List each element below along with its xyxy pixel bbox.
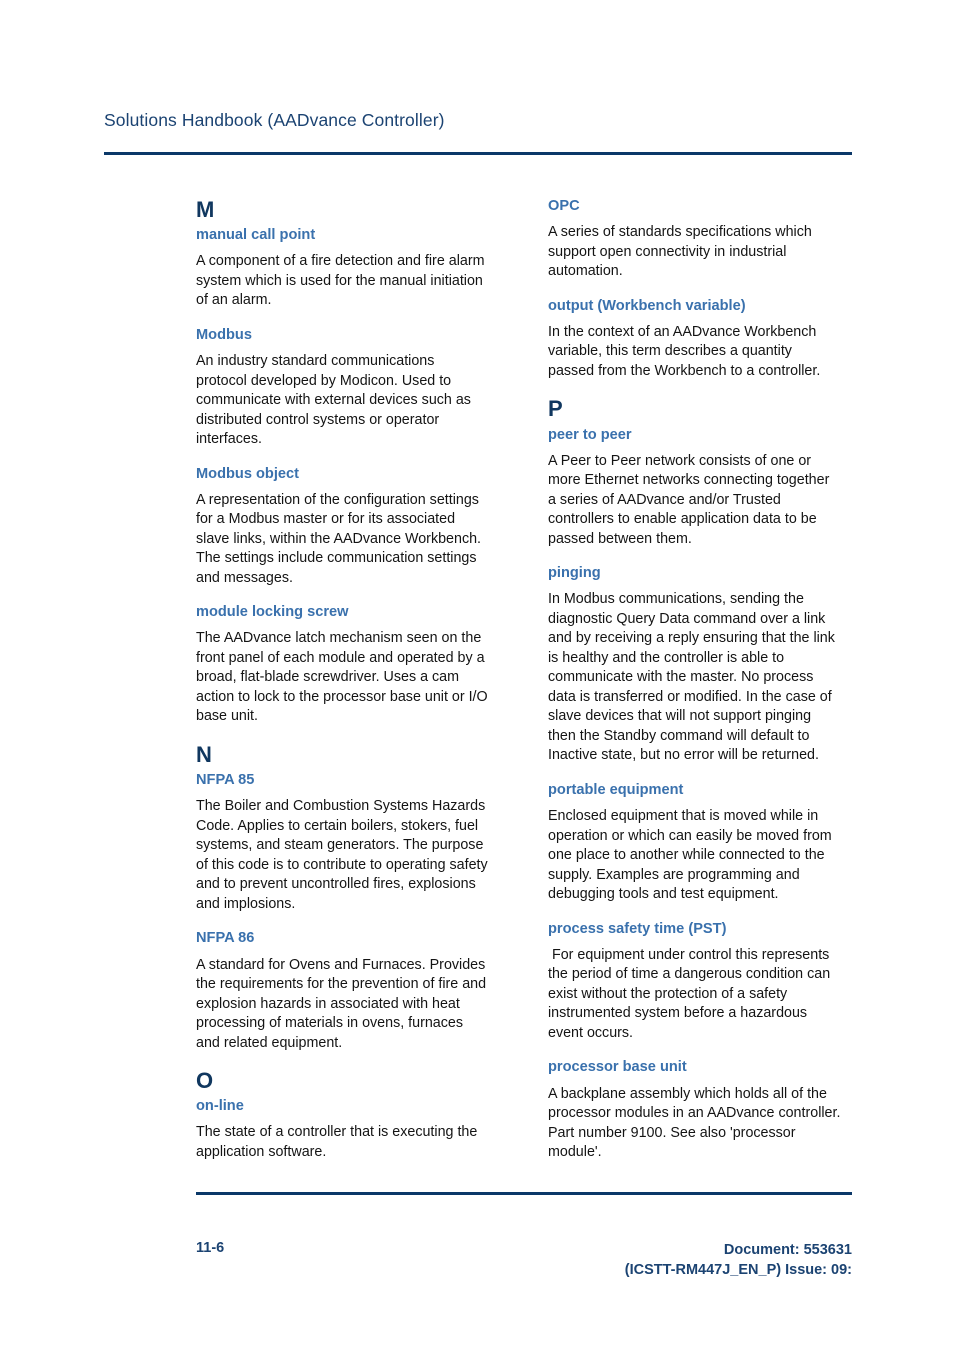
glossary-definition: An industry standard communications prot…: [196, 353, 475, 448]
page-footer: 11-6 Document: 553631 (ICSTT-RM447J_EN_P…: [196, 1240, 852, 1281]
footer-document-number: Document: 553631: [723, 1242, 852, 1258]
letter-heading-m: M: [196, 197, 215, 222]
glossary-term: pinging: [548, 565, 601, 582]
glossary-entry: output (Workbench variable) In the contex…: [548, 298, 841, 382]
glossary-entry: processor base unit A backplane assembly …: [548, 1059, 841, 1162]
glossary-term: manual call point: [196, 227, 316, 244]
glossary-entry: process safety time (PST) For equipment …: [548, 921, 841, 1044]
glossary-term: OPC: [548, 198, 580, 214]
glossary-term: Modbus object: [196, 465, 299, 482]
glossary-entry: Modbus object A representation of the con…: [196, 466, 489, 589]
running-header: Solutions Handbook (AADvance Controller): [104, 110, 852, 131]
glossary-term: portable equipment: [548, 781, 684, 798]
glossary-definition: The AADvance latch mechanism seen on the…: [196, 630, 492, 725]
glossary-definition: The Boiler and Combustion Systems Hazard…: [196, 798, 492, 912]
glossary-definition: Enclosed equipment that is moved while i…: [548, 808, 836, 903]
document-page: Solutions Handbook (AADvance Controller)…: [0, 0, 954, 1349]
glossary-term: on-line: [196, 1098, 244, 1115]
glossary-term: peer to peer: [548, 426, 632, 443]
glossary-entry: peer to peer A Peer to Peer network consi…: [548, 427, 841, 550]
footer-document-info: Document: 553631 (ICSTT-RM447J_EN_P) Iss…: [625, 1240, 852, 1281]
glossary-entry: pinging In Modbus communications, sending…: [548, 565, 841, 766]
glossary-entry: NFPA 86 A standard for Ovens and Furnaces…: [196, 930, 489, 1053]
footer-page-number: 11-6: [196, 1240, 225, 1256]
glossary-term: NFPA 85: [196, 772, 255, 789]
glossary-entry: manual call point A component of a fire d…: [196, 227, 489, 311]
glossary-term: process safety time (PST): [548, 920, 727, 937]
glossary-entry: module locking screw The AADvance latch m…: [196, 604, 489, 727]
glossary-column-left: Mmanual call point A component of a fire …: [196, 198, 489, 1162]
glossary-definition: A Peer to Peer network consists of one o…: [548, 452, 834, 547]
letter-heading-n: N: [196, 741, 212, 767]
glossary-definition: The state of a controller that is execut…: [196, 1124, 482, 1160]
glossary-definition: In the context of an AADvance Workbench …: [548, 323, 821, 379]
glossary-definition: A component of a fire detection and fire…: [196, 253, 489, 309]
glossary-definition: For equipment under control this represe…: [548, 946, 835, 1041]
footer-divider-rule: [196, 1192, 852, 1195]
glossary-definition: A backplane assembly which holds all of …: [548, 1085, 845, 1161]
letter-heading-p: P: [548, 396, 563, 422]
glossary-term: processor base unit: [548, 1059, 687, 1076]
letter-heading-o: O: [196, 1068, 214, 1093]
glossary-definition: A representation of the configuration se…: [196, 491, 485, 586]
glossary-column-right: OPC A series of standards specifications …: [548, 198, 841, 1163]
footer-document-issue: (ICSTT-RM447J_EN_P) Issue: 09:: [624, 1262, 852, 1279]
glossary-entry: NFPA 85 The Boiler and Combustion Systems…: [196, 772, 489, 914]
glossary-term: output (Workbench variable): [548, 297, 746, 314]
glossary-entry: portable equipment Enclosed equipment tha…: [548, 782, 841, 905]
glossary-term: Modbus: [196, 326, 252, 343]
glossary-definition: In Modbus communications, sending the di…: [548, 591, 839, 764]
glossary-entry: on-line The state of a controller that is…: [196, 1098, 489, 1162]
glossary-definition: A series of standards specifications whi…: [548, 224, 816, 280]
running-header-title: Solutions Handbook (AADvance Controller): [104, 110, 445, 130]
glossary-entry: Modbus An industry standard communication…: [196, 327, 489, 450]
header-divider-rule: [104, 152, 852, 155]
glossary-definition: A standard for Ovens and Furnaces. Provi…: [196, 956, 491, 1051]
glossary-entry: OPC A series of standards specifications …: [548, 198, 841, 282]
glossary-term: NFPA 86: [196, 930, 255, 947]
glossary-term: module locking screw: [196, 604, 349, 621]
glossary-columns: Mmanual call point A component of a fire …: [196, 198, 852, 1160]
